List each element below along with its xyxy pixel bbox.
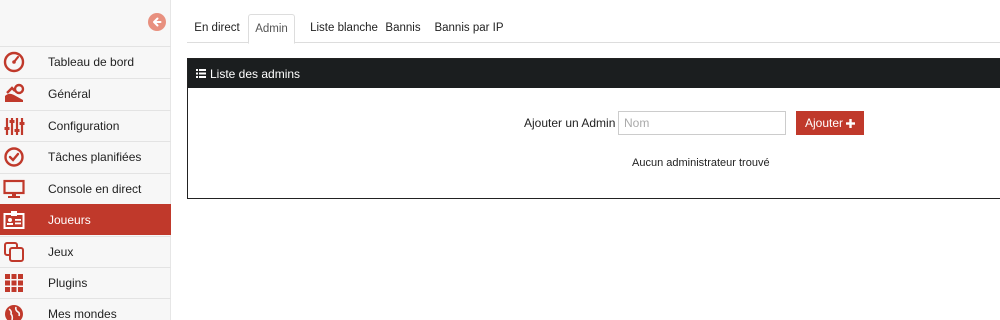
plus-icon [846,116,856,130]
add-admin-label: Ajouter un Admin [524,116,616,130]
sidebar-item-tableau-de-bord[interactable]: Tableau de bord [0,46,171,77]
admin-list-panel: Liste des admins Ajouter un Admin Ajoute… [187,58,1000,199]
sidebar-item-label: Tâches planifiées [48,150,142,164]
sidebar-item-label: Configuration [48,119,120,133]
sidebar-item-joueurs[interactable]: Joueurs [0,204,171,235]
sidebar-item-label: Console en direct [48,182,142,196]
panel-title: Liste des admins [210,66,301,81]
panel-header: Liste des admins [188,59,1000,88]
tab-bannis-par-ip[interactable]: Bannis par IP [434,14,504,43]
collapse-sidebar-button[interactable] [148,13,166,31]
grid-icon [3,272,25,294]
sliders-icon [3,115,25,137]
clock-icon [3,146,25,168]
cogs-icon [3,83,25,105]
tab-bannis[interactable]: Bannis [380,14,426,43]
tab-admin[interactable]: Admin [248,14,295,44]
tab-bar: En direct Admin Liste blanche Bannis Ban… [187,14,1000,44]
sidebar-item-label: Général [48,87,91,101]
sidebar-item-configuration[interactable]: Configuration [0,110,171,141]
admin-name-input[interactable] [618,111,786,135]
sidebar-item-console-en-direct[interactable]: Console en direct [0,173,171,204]
sidebar-item-label: Plugins [48,276,88,290]
sidebar-item-jeux[interactable]: Jeux [0,236,171,267]
id-card-icon [3,209,25,231]
add-admin-button[interactable]: Ajouter [796,111,864,135]
list-icon [196,69,206,78]
sidebar-item-taches-planifiees[interactable]: Tâches planifiées [0,141,171,172]
sidebar-item-label: Mes mondes [48,307,117,320]
globe-icon [3,303,25,320]
sidebar-item-general[interactable]: Général [0,78,171,109]
tab-en-direct[interactable]: En direct [187,14,247,43]
copy-icon [3,241,25,263]
sidebar-header [0,0,170,46]
sidebar-item-label: Joueurs [48,213,91,227]
sidebar-item-mes-mondes[interactable]: Mes mondes [0,298,171,320]
tab-liste-blanche[interactable]: Liste blanche [298,14,390,43]
sidebar: Tableau de bord Général Configuration Tâ… [0,0,171,320]
speedometer-icon [3,51,25,73]
sidebar-item-label: Tableau de bord [48,55,135,69]
empty-state-message: Aucun administrateur trouvé [632,157,770,169]
sidebar-item-label: Jeux [48,245,74,259]
add-button-label: Ajouter [804,116,844,130]
arrow-left-circle-icon [153,17,162,27]
sidebar-item-plugins[interactable]: Plugins [0,267,171,298]
monitor-icon [3,178,25,200]
